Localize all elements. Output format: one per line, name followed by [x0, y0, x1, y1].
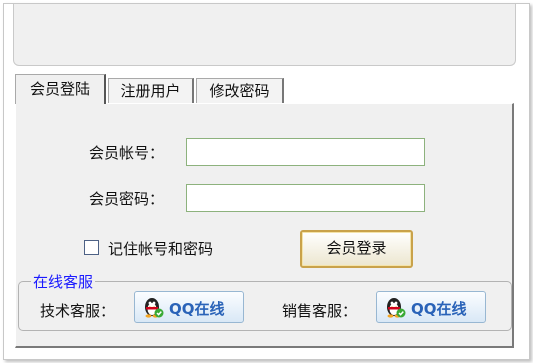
tab-register-user[interactable]: 注册用户: [108, 78, 194, 103]
password-label: 会员密码：: [89, 190, 165, 208]
qq-penguin-icon: [145, 298, 164, 318]
account-label: 会员帐号：: [89, 144, 165, 162]
remember-label[interactable]: 记住帐号和密码: [108, 238, 213, 259]
tech-qq-button[interactable]: QQ在线: [134, 291, 244, 323]
sales-qq-label: QQ在线: [411, 300, 467, 318]
top-panel: [13, 4, 516, 66]
sales-service-label: 销售客服：: [282, 302, 358, 320]
sales-qq-button[interactable]: QQ在线: [376, 291, 486, 323]
tab-bar: 会员登陆 注册用户 修改密码: [15, 74, 515, 104]
tab-member-login[interactable]: 会员登陆: [15, 74, 106, 104]
account-input[interactable]: [186, 138, 425, 166]
remember-checkbox[interactable]: [84, 240, 99, 255]
tech-service-label: 技术客服：: [40, 302, 116, 320]
online-service-title: 在线客服: [31, 271, 96, 292]
qq-penguin-icon: [387, 298, 406, 318]
password-input[interactable]: [186, 184, 425, 212]
login-button[interactable]: 会员登录: [300, 230, 413, 268]
tech-qq-label: QQ在线: [169, 300, 225, 318]
tab-change-password[interactable]: 修改密码: [196, 78, 284, 103]
